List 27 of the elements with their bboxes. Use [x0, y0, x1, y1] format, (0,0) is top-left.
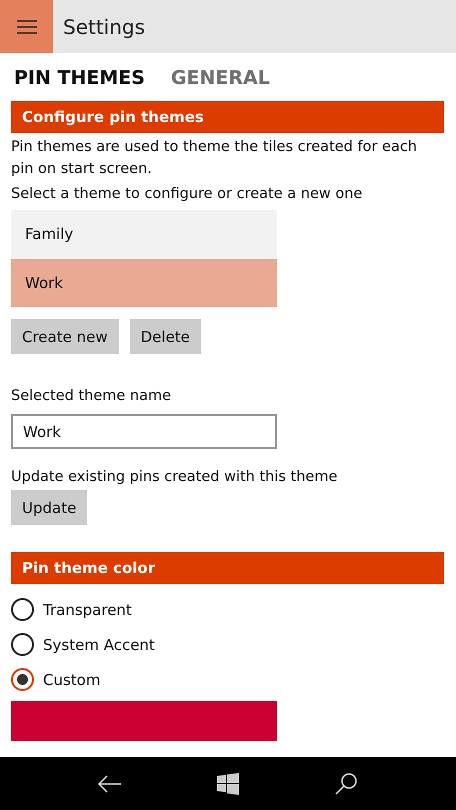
theme-list-item[interactable]: Work — [11, 258, 277, 307]
radio-label: System Accent — [43, 636, 155, 654]
radio-button[interactable] — [11, 633, 34, 656]
theme-list-item[interactable]: Family — [11, 210, 277, 258]
update-label: Update existing pins created with this theme — [11, 469, 338, 485]
create-new-button[interactable]: Create new — [11, 319, 119, 354]
radio-button[interactable] — [11, 668, 34, 691]
radio-label: Transparent — [43, 600, 132, 618]
section-header: Configure pin themes — [11, 101, 444, 133]
menu-button[interactable] — [0, 0, 53, 53]
radio-button[interactable] — [11, 598, 34, 621]
update-button[interactable]: Update — [11, 490, 88, 525]
radio-label: Custom — [43, 670, 100, 688]
delete-button[interactable]: Delete — [130, 319, 201, 354]
search-icon — [334, 772, 358, 796]
description-text: Pin themes are used to theme the tiles created for each pin on start screen. — [11, 138, 418, 179]
tab[interactable]: GENERAL — [170, 67, 270, 89]
windows-icon — [216, 772, 239, 794]
theme-name-field[interactable]: Work — [11, 414, 277, 449]
page-title: Settings — [63, 14, 146, 38]
section-header: Pin theme color — [11, 552, 444, 584]
color-button[interactable] — [11, 701, 277, 741]
menu-icon — [16, 20, 36, 34]
prompt-text: Select a theme to configure or create a new one — [11, 185, 364, 204]
tab[interactable]: PIN THEMES — [14, 67, 145, 89]
back-arrow-icon — [98, 774, 122, 792]
field-label: Selected theme name — [11, 388, 172, 404]
